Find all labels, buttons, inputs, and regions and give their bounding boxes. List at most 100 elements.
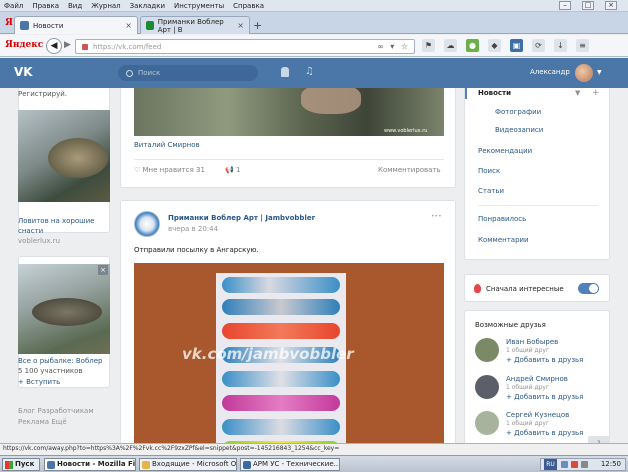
avatar[interactable] [575,64,593,82]
friend-suggestion: Иван Бобырев 1 общий друг + Добавить в д… [475,338,605,370]
new-tab-icon[interactable]: + [253,19,262,32]
taskbar-item-outlook[interactable]: Входящие - Microsoft Outlook [139,458,237,471]
post-author[interactable]: Виталий Смирнов [134,141,200,149]
sync-icon[interactable]: ⟳ [532,39,545,52]
possible-friends: Возможные друзья Иван Бобырев 1 общий др… [464,310,610,443]
ad-title[interactable]: Ловитов на хорошие снасти [18,216,110,236]
back-button[interactable]: ◀ [46,38,62,54]
avatar[interactable] [475,411,499,435]
avatar[interactable] [475,338,499,362]
friend-name[interactable]: Андрей Смирнов [506,375,568,383]
download-icon[interactable]: ↓ [554,39,567,52]
add-friend-button[interactable]: + Добавить в друзья [506,393,583,401]
ad-title[interactable]: Все о рыбалке: Воблер [18,356,110,366]
comment-button[interactable]: Комментировать [378,166,441,174]
footer-link-dev[interactable]: Разработчикам [37,407,93,415]
address-bar[interactable]: https://vk.com/feed ∞ ▾ ☆ [75,39,415,54]
footer-link-blog[interactable]: Блог [18,407,35,415]
hamburger-menu-icon[interactable]: ≡ [576,39,589,52]
vk-logo[interactable]: VK [14,65,38,81]
group-avatar[interactable] [134,211,160,237]
post-date[interactable]: вчера в 20:44 [168,225,218,233]
taskbar-item-firefox[interactable]: Новости - Mozilla Fire... [44,458,136,471]
antivirus-icon[interactable] [571,461,578,468]
menu-edit[interactable]: Правка [32,2,59,10]
notifications-bell-icon[interactable] [281,67,289,77]
add-icon[interactable]: + [592,88,600,98]
join-button[interactable]: + Вступить [18,378,60,386]
music-note-icon[interactable]: ♫ [305,66,314,77]
post-photo[interactable]: vk.com/jambvobbler [134,263,444,443]
minimize-icon[interactable]: – [559,1,571,10]
close-icon[interactable]: × [605,1,617,10]
menu-item-articles[interactable]: Статьи [478,187,504,195]
footer-link-ads[interactable]: Реклама [18,418,49,426]
library-icon[interactable]: ▣ [510,39,523,52]
forward-button[interactable]: ▶ [64,40,71,50]
cloud-icon[interactable]: ☁ [444,39,457,52]
network-icon[interactable] [561,461,568,468]
tab-voblerart[interactable]: Приманки Воблер Арт | В × [140,16,250,34]
menu-bar: Файл Правка Вид Журнал Закладки Инструме… [0,0,628,12]
group-name[interactable]: Приманки Воблер Арт | Jambvobbler [168,214,315,222]
adblock-icon[interactable]: ⚑ [422,39,435,52]
menu-view[interactable]: Вид [68,2,82,10]
volume-icon[interactable] [581,461,588,468]
close-tab-icon[interactable]: × [125,21,132,30]
menu-item-photos[interactable]: Фотографии [495,108,541,116]
like-button[interactable]: ♡ Мне нравится 31 [134,166,205,174]
menu-item-recommendations[interactable]: Рекомендации [478,147,532,155]
addon-icon[interactable]: ● [466,39,479,52]
ad-site[interactable]: voblerlux.ru [18,237,60,245]
tab-news[interactable]: Новости × [14,16,138,34]
ad-members: 5 100 участников [18,367,83,375]
chevron-down-icon[interactable]: ▼ [597,69,602,76]
menu-item-news[interactable]: Новости [478,89,511,97]
menu-item-liked[interactable]: Понравилось [478,215,526,223]
close-tab-icon[interactable]: × [237,21,244,30]
menu-item-search[interactable]: Поиск [478,167,500,175]
friend-name[interactable]: Иван Бобырев [506,338,558,346]
avatar[interactable] [475,375,499,399]
mutual-friends: 1 общий друг [506,347,550,354]
site-info-icon[interactable] [82,43,88,50]
search-input[interactable]: Поиск [118,65,258,81]
like-count: 31 [196,166,205,174]
tag-icon[interactable]: ◆ [488,39,501,52]
register-text[interactable]: Регистрируй. [18,90,67,98]
photo-watermark: vk.com/jambvobbler [182,345,354,363]
task-label: Входящие - Microsoft Outlook [152,460,237,468]
url-text: https://vk.com/feed [93,42,162,51]
friends-title[interactable]: Возможные друзья [475,321,546,329]
filter-icon[interactable]: ▼ [575,89,580,97]
yandex-logo: Я [5,18,13,28]
photo-caption: www.voblerlux.ru [384,128,428,134]
menu-bookmarks[interactable]: Закладки [130,2,165,10]
user-name[interactable]: Александр [530,68,570,76]
megaphone-icon: 📢 [225,166,236,174]
close-icon[interactable]: × [98,265,108,275]
language-indicator[interactable]: RU [544,459,557,470]
start-button[interactable]: Пуск [2,458,40,471]
menu-item-videos[interactable]: Видеозаписи [495,126,543,134]
menu-tools[interactable]: Инструменты [174,2,224,10]
menu-help[interactable]: Справка [233,2,264,10]
taskbar-item-arm[interactable]: АРМ УС - Технические... [240,458,340,471]
url-action-icons[interactable]: ∞ ▾ ☆ [377,42,410,51]
friend-suggestion: Сергей Кузнецов 1 общий друг + Добавить … [475,411,605,443]
clock: 12:50 [600,460,621,468]
lure-image [222,395,340,411]
add-friend-button[interactable]: + Добавить в друзья [506,429,583,437]
menu-item-comments[interactable]: Комментарии [478,236,529,244]
maximize-icon[interactable]: □ [582,1,594,10]
active-indicator [465,88,467,99]
footer-link-more[interactable]: Ещё [51,418,66,426]
repost-button[interactable]: 📢 1 [225,166,240,174]
interesting-toggle[interactable] [578,283,599,294]
menu-file[interactable]: Файл [4,2,23,10]
navigation-toolbar: Яндекс ◀ ▶ https://vk.com/feed ∞ ▾ ☆ ⚑ ☁… [0,35,628,57]
more-icon[interactable]: ••• [431,213,442,220]
menu-history[interactable]: Журнал [91,2,120,10]
add-friend-button[interactable]: + Добавить в друзья [506,356,583,364]
friend-name[interactable]: Сергей Кузнецов [506,411,569,419]
